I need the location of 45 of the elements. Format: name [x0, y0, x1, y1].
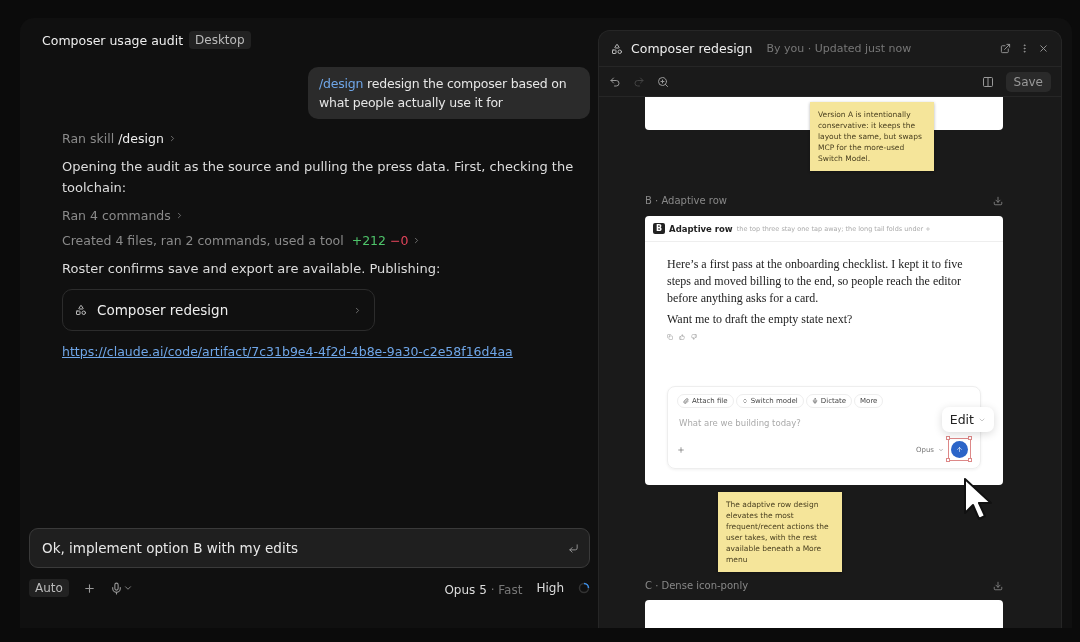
- user-message: /design redesign the composer based on what people actually use it for: [308, 67, 590, 119]
- undo-icon[interactable]: [609, 75, 621, 88]
- artifact-link[interactable]: https://claude.ai/code/artifact/7c31b9e4-4f2d-4b8e-9a30-c2e58f16d4aa: [62, 344, 513, 359]
- add-icon[interactable]: [82, 581, 96, 595]
- external-link-icon[interactable]: [1000, 43, 1011, 54]
- effort-selector[interactable]: High: [536, 581, 564, 595]
- spinner-icon: [578, 582, 590, 594]
- switch-icon: [741, 398, 748, 405]
- artifact-title: Composer redesign: [631, 41, 753, 56]
- thumbs-down-icon[interactable]: [691, 334, 697, 341]
- download-icon[interactable]: [993, 580, 1003, 591]
- caret-icon[interactable]: [122, 583, 133, 593]
- mic-icon[interactable]: [109, 581, 123, 595]
- message-text: Here’s a first pass at the onboarding checklist. I kept it to five steps and moved billing to the end, so people reach the editor before anything asks for a card.: [667, 256, 964, 308]
- assistant-text: Roster confirms save and export are available. Publishing:: [62, 260, 442, 278]
- edit-menu[interactable]: Edit: [941, 407, 994, 433]
- environment-tag: Desktop: [189, 31, 251, 49]
- arrow-up-icon: [956, 446, 963, 454]
- step-summary[interactable]: Ran 4 commands: [62, 208, 171, 223]
- shapes-icon: [75, 304, 87, 316]
- paperclip-icon: [683, 398, 689, 405]
- close-icon[interactable]: [1038, 43, 1049, 54]
- assistant-text: Opening the audit as the source and pulling the press data. First, checking the toolchain:: [62, 158, 575, 197]
- chevron-icon: [353, 305, 362, 315]
- mic-icon: [811, 398, 818, 405]
- shapes-icon: [611, 42, 623, 55]
- step-summary[interactable]: Created 4 files, ran 2 commands, used a tool +212 −0: [62, 233, 409, 248]
- model-selector[interactable]: Opus 5 · Fast: [444, 578, 523, 598]
- conversation-title: Composer usage audit: [42, 32, 184, 48]
- artifact-meta: By you · Updated just now: [766, 42, 913, 55]
- section-label: C · Dense icon-ponly: [645, 580, 749, 592]
- step-summary[interactable]: Ran skill /design: [62, 131, 164, 146]
- section-label: B · Adaptive row: [645, 195, 728, 207]
- download-icon[interactable]: [993, 195, 1003, 206]
- message-text: Want me to draft the empty state next?: [667, 311, 854, 329]
- option-title: Adaptive row: [669, 223, 733, 234]
- save-button[interactable]: Save: [1005, 71, 1051, 92]
- option-badge: B: [653, 223, 666, 235]
- split-view-icon[interactable]: [981, 75, 994, 88]
- artifact-card[interactable]: Composer redesign: [62, 289, 375, 331]
- zoom-icon[interactable]: [657, 75, 669, 88]
- mode-selector[interactable]: Auto: [29, 579, 69, 597]
- enter-icon: [568, 542, 579, 554]
- thumbs-up-icon[interactable]: [679, 334, 685, 341]
- message-input[interactable]: Ok, implement option B with my edits: [29, 528, 590, 568]
